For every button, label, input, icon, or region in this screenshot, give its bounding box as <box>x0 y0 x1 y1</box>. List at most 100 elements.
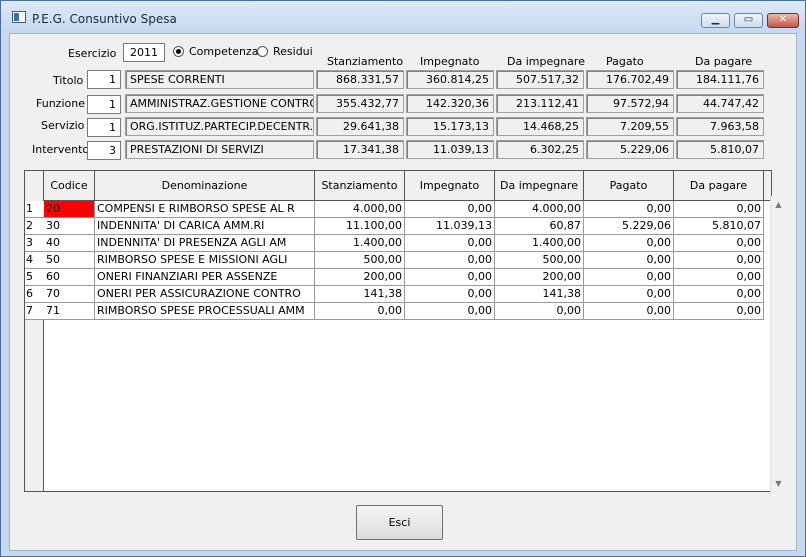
esercizio-input[interactable]: 2011 <box>123 43 165 62</box>
residui-radio[interactable] <box>257 46 268 57</box>
cell-codice[interactable]: 50 <box>44 252 95 269</box>
intervento-da-pagare: 5.810,07 <box>676 140 764 159</box>
row-number: 3 <box>25 235 44 252</box>
grid-vertical-scrollbar[interactable]: ▲ ▼ <box>770 196 786 493</box>
table-row[interactable]: 7 71 RIMBORSO SPESE PROCESSUALI AMM 0,00… <box>25 303 764 320</box>
cell-da-pagare[interactable]: 0,00 <box>674 235 764 252</box>
cell-pagato[interactable]: 0,00 <box>584 235 674 252</box>
cell-stanziamento[interactable]: 500,00 <box>315 252 405 269</box>
cell-codice[interactable]: 70 <box>44 286 95 303</box>
funzione-description: AMMINISTRAZ.GESTIONE CONTROLL <box>125 94 314 113</box>
summary-header-da-impegnare: Da impegnare <box>507 55 585 68</box>
cell-codice[interactable]: 40 <box>44 235 95 252</box>
title-bar[interactable]: P.E.G. Consuntivo Spesa ▁ ▭ ✕ <box>1 1 805 33</box>
table-row[interactable]: 4 50 RIMBORSO SPESE E MISSIONI AGLI 500,… <box>25 252 764 269</box>
minimize-button[interactable]: ▁ <box>701 13 730 28</box>
cell-da-impegnare[interactable]: 4.000,00 <box>495 201 584 218</box>
cell-da-pagare[interactable]: 0,00 <box>674 269 764 286</box>
table-row[interactable]: 6 70 ONERI PER ASSICURAZIONE CONTRO 141,… <box>25 286 764 303</box>
cell-stanziamento[interactable]: 1.400,00 <box>315 235 405 252</box>
client-area: Esercizio 2011 Competenza Residui Stanzi… <box>9 33 797 551</box>
cell-denominazione[interactable]: RIMBORSO SPESE E MISSIONI AGLI <box>95 252 315 269</box>
cell-pagato[interactable]: 0,00 <box>584 201 674 218</box>
servizio-da-impegnare: 14.468,25 <box>496 117 584 136</box>
cell-stanziamento[interactable]: 141,38 <box>315 286 405 303</box>
cell-stanziamento[interactable]: 11.100,00 <box>315 218 405 235</box>
cell-impegnato[interactable]: 0,00 <box>405 303 495 320</box>
detail-grid[interactable]: Codice Denominazione Stanziamento Impegn… <box>24 170 772 492</box>
cell-codice[interactable]: 71 <box>44 303 95 320</box>
column-header-stanziamento[interactable]: Stanziamento <box>315 171 405 201</box>
cell-pagato[interactable]: 0,00 <box>584 252 674 269</box>
cell-da-pagare[interactable]: 0,00 <box>674 252 764 269</box>
cell-codice[interactable]: 60 <box>44 269 95 286</box>
intervento-code-input[interactable]: 3 <box>87 141 121 160</box>
servizio-code-input[interactable]: 1 <box>87 118 121 137</box>
cell-da-impegnare[interactable]: 0,00 <box>495 303 584 320</box>
cell-pagato[interactable]: 0,00 <box>584 303 674 320</box>
competenza-radio[interactable] <box>173 46 184 57</box>
maximize-button[interactable]: ▭ <box>734 13 763 28</box>
column-header-da-pagare[interactable]: Da pagare <box>674 171 764 201</box>
cell-impegnato[interactable]: 0,00 <box>405 269 495 286</box>
table-row[interactable]: 1 20 COMPENSI E RIMBORSO SPESE AL R 4.00… <box>25 201 764 218</box>
cell-da-impegnare[interactable]: 200,00 <box>495 269 584 286</box>
cell-da-pagare[interactable]: 0,00 <box>674 286 764 303</box>
cell-da-impegnare[interactable]: 500,00 <box>495 252 584 269</box>
cell-da-impegnare[interactable]: 60,87 <box>495 218 584 235</box>
cell-impegnato[interactable]: 0,00 <box>405 201 495 218</box>
scroll-up-icon[interactable]: ▲ <box>773 199 784 210</box>
cell-impegnato[interactable]: 0,00 <box>405 235 495 252</box>
summary-header-impegnato: Impegnato <box>420 55 480 68</box>
competenza-label[interactable]: Competenza <box>189 45 258 58</box>
cell-stanziamento[interactable]: 4.000,00 <box>315 201 405 218</box>
column-header-da-impegnare[interactable]: Da impegnare <box>495 171 584 201</box>
cell-stanziamento[interactable]: 200,00 <box>315 269 405 286</box>
cell-pagato[interactable]: 0,00 <box>584 269 674 286</box>
cell-impegnato[interactable]: 0,00 <box>405 252 495 269</box>
table-row[interactable]: 5 60 ONERI FINANZIARI PER ASSENZE 200,00… <box>25 269 764 286</box>
table-row[interactable]: 3 40 INDENNITA' DI PRESENZA AGLI AM 1.40… <box>25 235 764 252</box>
titolo-da-impegnare: 507.517,32 <box>496 70 584 89</box>
funzione-code-input[interactable]: 1 <box>87 95 121 114</box>
cell-denominazione[interactable]: COMPENSI E RIMBORSO SPESE AL R <box>95 201 315 218</box>
cell-impegnato[interactable]: 11.039,13 <box>405 218 495 235</box>
intervento-impegnato: 11.039,13 <box>406 140 494 159</box>
row-number: 1 <box>25 201 44 218</box>
cell-denominazione[interactable]: ONERI PER ASSICURAZIONE CONTRO <box>95 286 315 303</box>
titolo-stanziamento: 868.331,57 <box>316 70 404 89</box>
close-button[interactable]: ✕ <box>767 13 799 28</box>
cell-pagato[interactable]: 0,00 <box>584 286 674 303</box>
titolo-description: SPESE CORRENTI <box>125 70 314 89</box>
cell-impegnato[interactable]: 0,00 <box>405 286 495 303</box>
residui-label[interactable]: Residui <box>273 45 313 58</box>
servizio-stanziamento: 29.641,38 <box>316 117 404 136</box>
row-number: 7 <box>25 303 44 320</box>
cell-pagato[interactable]: 5.229,06 <box>584 218 674 235</box>
titolo-da-pagare: 184.111,76 <box>676 70 764 89</box>
cell-da-impegnare[interactable]: 1.400,00 <box>495 235 584 252</box>
column-header-impegnato[interactable]: Impegnato <box>405 171 495 201</box>
table-row[interactable]: 2 30 INDENNITA' DI CARICA AMM.RI 11.100,… <box>25 218 764 235</box>
exit-button[interactable]: Esci <box>356 505 443 540</box>
cell-da-pagare[interactable]: 0,00 <box>674 303 764 320</box>
cell-da-pagare[interactable]: 0,00 <box>674 201 764 218</box>
cell-denominazione[interactable]: RIMBORSO SPESE PROCESSUALI AMM <box>95 303 315 320</box>
summary-header-stanziamento: Stanziamento <box>327 55 404 68</box>
column-header-denominazione[interactable]: Denominazione <box>95 171 315 201</box>
cell-denominazione[interactable]: ONERI FINANZIARI PER ASSENZE <box>95 269 315 286</box>
column-header-pagato[interactable]: Pagato <box>584 171 674 201</box>
cell-da-impegnare[interactable]: 141,38 <box>495 286 584 303</box>
row-number: 6 <box>25 286 44 303</box>
funzione-da-pagare: 44.747,42 <box>676 94 764 113</box>
cell-denominazione[interactable]: INDENNITA' DI PRESENZA AGLI AM <box>95 235 315 252</box>
column-header-codice[interactable]: Codice <box>44 171 95 201</box>
titolo-impegnato: 360.814,25 <box>406 70 494 89</box>
cell-da-pagare[interactable]: 5.810,07 <box>674 218 764 235</box>
cell-codice[interactable]: 20 <box>44 201 95 218</box>
cell-codice[interactable]: 30 <box>44 218 95 235</box>
cell-denominazione[interactable]: INDENNITA' DI CARICA AMM.RI <box>95 218 315 235</box>
cell-stanziamento[interactable]: 0,00 <box>315 303 405 320</box>
titolo-code-input[interactable]: 1 <box>87 70 121 89</box>
scroll-down-icon[interactable]: ▼ <box>773 478 784 489</box>
